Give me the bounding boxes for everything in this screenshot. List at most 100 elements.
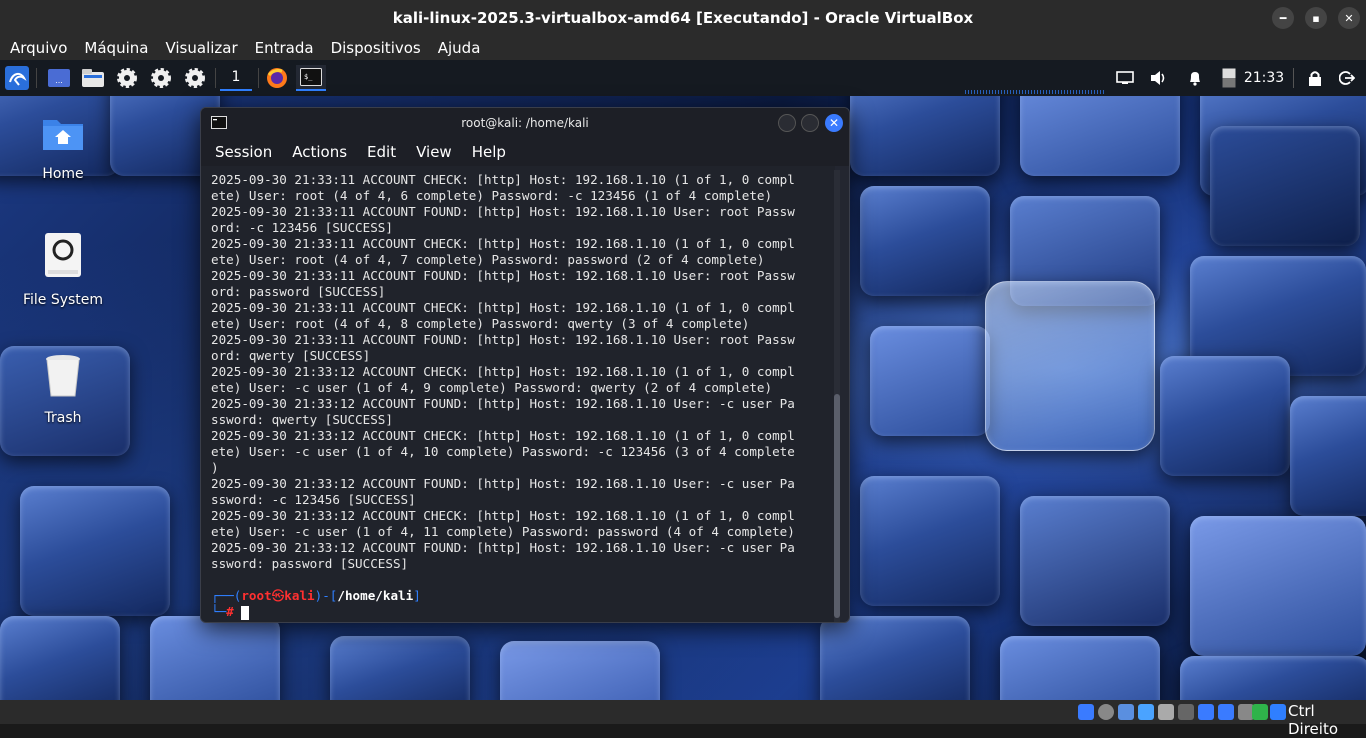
show-desktop-icon[interactable]: ... <box>46 65 72 91</box>
wallpaper-cube <box>1020 96 1180 176</box>
prompt-path: /home/kali <box>337 588 414 603</box>
terminal-title: root@kali: /home/kali <box>461 116 589 130</box>
wallpaper-cube <box>860 476 1000 606</box>
terminal-output-line: 2025-09-30 21:33:11 ACCOUNT FOUND: [http… <box>211 332 795 347</box>
logout-icon[interactable] <box>1336 65 1358 91</box>
terminal-menu-view[interactable]: View <box>416 143 452 161</box>
desktop-icon-filesystem[interactable]: File System <box>18 232 108 308</box>
panel-clock[interactable]: 21:33 <box>1244 65 1284 91</box>
minimize-button[interactable]: ━ <box>1272 7 1294 29</box>
menu-maquina[interactable]: Máquina <box>74 39 155 57</box>
terminal-close-button[interactable]: ✕ <box>825 114 843 132</box>
terminal-output-line: 2025-09-30 21:33:12 ACCOUNT CHECK: [http… <box>211 364 795 379</box>
menu-visualizar[interactable]: Visualizar <box>155 39 244 57</box>
wallpaper-cube <box>1290 396 1366 516</box>
terminal-output-line: 2025-09-30 21:33:12 ACCOUNT CHECK: [http… <box>211 508 795 523</box>
recording-status-icon[interactable] <box>1218 704 1234 720</box>
wallpaper-cube <box>1190 516 1366 656</box>
vbox-statusbar: Ctrl Direito <box>0 700 1366 738</box>
terminal-window[interactable]: root@kali: /home/kali ✕ Session Actions … <box>200 107 850 623</box>
notifications-bell-icon[interactable] <box>1184 65 1206 91</box>
terminal-output-line: ete) User: root (4 of 4, 7 complete) Pas… <box>211 252 765 267</box>
svg-text:...: ... <box>55 76 63 85</box>
terminal-output-line: ssword: password [SUCCESS] <box>211 556 409 571</box>
terminal-scrollbar-thumb[interactable] <box>834 394 840 618</box>
terminal-output-line: ete) User: root (4 of 4, 6 complete) Pas… <box>211 188 773 203</box>
terminal-menu-actions[interactable]: Actions <box>292 143 347 161</box>
network-status-icon[interactable] <box>1138 704 1154 720</box>
terminal-output-line: 2025-09-30 21:33:12 ACCOUNT FOUND: [http… <box>211 476 795 491</box>
kali-menu-icon[interactable] <box>4 65 30 91</box>
menu-ajuda[interactable]: Ajuda <box>428 39 488 57</box>
optical-drive-status-icon[interactable] <box>1098 704 1114 720</box>
usb-status-icon[interactable] <box>1158 704 1174 720</box>
vbox-titlebar: kali-linux-2025.3-virtualbox-amd64 [Exec… <box>0 0 1366 36</box>
network-monitor-graph <box>965 90 1105 94</box>
wallpaper-cube <box>870 326 990 436</box>
firefox-icon[interactable] <box>264 65 290 91</box>
terminal-window-icon <box>211 116 227 129</box>
wallpaper-cube <box>860 186 990 296</box>
wallpaper-cube <box>0 616 120 700</box>
prompt-line-2: └─# <box>211 604 835 620</box>
mouse-integration-status-icon[interactable] <box>1270 704 1286 720</box>
terminal-cursor <box>241 605 250 620</box>
terminal-menubar: Session Actions Edit View Help <box>201 138 849 166</box>
menu-entrada[interactable]: Entrada <box>245 39 321 57</box>
terminal-output-line: ord: -c 123456 [SUCCESS] <box>211 220 393 235</box>
wallpaper-cube <box>850 96 1000 176</box>
settings-gear-icon-2[interactable] <box>148 65 174 91</box>
terminal-output[interactable]: 2025-09-30 21:33:11 ACCOUNT CHECK: [http… <box>201 166 835 622</box>
prompt-hash: # <box>226 604 234 619</box>
wallpaper-cube <box>150 616 280 700</box>
hard-drive-icon <box>45 233 81 277</box>
hard-disk-status-icon[interactable] <box>1078 704 1094 720</box>
terminal-output-line: 2025-09-30 21:33:11 ACCOUNT FOUND: [http… <box>211 204 795 219</box>
vbox-menubar: Arquivo Máquina Visualizar Entrada Dispo… <box>0 36 1366 60</box>
shared-folders-status-icon[interactable] <box>1178 704 1194 720</box>
trash-icon <box>46 355 80 397</box>
desktop-icon-trash[interactable]: Trash <box>18 354 108 426</box>
terminal-output-line: ssword: -c 123456 [SUCCESS] <box>211 492 416 507</box>
workspace-switcher[interactable]: 1 <box>220 65 252 91</box>
menu-dispositivos[interactable]: Dispositivos <box>321 39 428 57</box>
wallpaper-cube <box>820 616 970 700</box>
wallpaper-cube <box>1210 126 1360 246</box>
terminal-menu-edit[interactable]: Edit <box>367 143 396 161</box>
terminal-output-lines: 2025-09-30 21:33:11 ACCOUNT CHECK: [http… <box>211 166 835 572</box>
desktop-icon-home[interactable]: Home <box>18 114 108 182</box>
audio-status-icon[interactable] <box>1118 704 1134 720</box>
terminal-minimize-button[interactable] <box>778 114 796 132</box>
terminal-output-line: 2025-09-30 21:33:11 ACCOUNT CHECK: [http… <box>211 300 795 315</box>
terminal-menu-help[interactable]: Help <box>472 143 506 161</box>
network-icon[interactable] <box>1114 65 1136 91</box>
file-manager-icon[interactable] <box>80 65 106 91</box>
prompt-at-symbol: ㉿ <box>271 588 285 603</box>
terminal-maximize-button[interactable] <box>801 114 819 132</box>
lock-screen-icon[interactable] <box>1304 65 1326 91</box>
wallpaper-cube <box>1180 656 1366 700</box>
desktop-icon-label: File System <box>22 292 104 308</box>
prompt-user: root <box>241 588 272 603</box>
terminal-output-line: ete) User: root (4 of 4, 8 complete) Pas… <box>211 316 750 331</box>
menu-arquivo[interactable]: Arquivo <box>0 39 74 57</box>
kali-top-panel: ... 1 $_ 21:33 <box>0 60 1366 96</box>
maximize-button[interactable]: ▪ <box>1305 7 1327 29</box>
workspace-number: 1 <box>231 69 241 85</box>
terminal-menu-session[interactable]: Session <box>215 143 272 161</box>
settings-gear-icon-3[interactable] <box>182 65 208 91</box>
terminal-titlebar[interactable]: root@kali: /home/kali ✕ <box>201 108 849 138</box>
terminal-output-line: ord: qwerty [SUCCESS] <box>211 348 371 363</box>
wallpaper-cube <box>500 641 660 700</box>
terminal-output-line: ssword: qwerty [SUCCESS] <box>211 412 393 427</box>
settings-gear-icon[interactable] <box>114 65 140 91</box>
guest-additions-status-icon[interactable] <box>1252 704 1268 720</box>
close-button[interactable]: ✕ <box>1338 7 1360 29</box>
terminal-taskbar-icon[interactable]: $_ <box>296 65 326 91</box>
terminal-output-line: 2025-09-30 21:33:12 ACCOUNT FOUND: [http… <box>211 396 795 411</box>
wallpaper-cube <box>330 636 470 700</box>
volume-icon[interactable] <box>1148 65 1170 91</box>
wallpaper-cube <box>20 486 170 616</box>
display-status-icon[interactable] <box>1198 704 1214 720</box>
home-folder-icon <box>43 120 83 150</box>
